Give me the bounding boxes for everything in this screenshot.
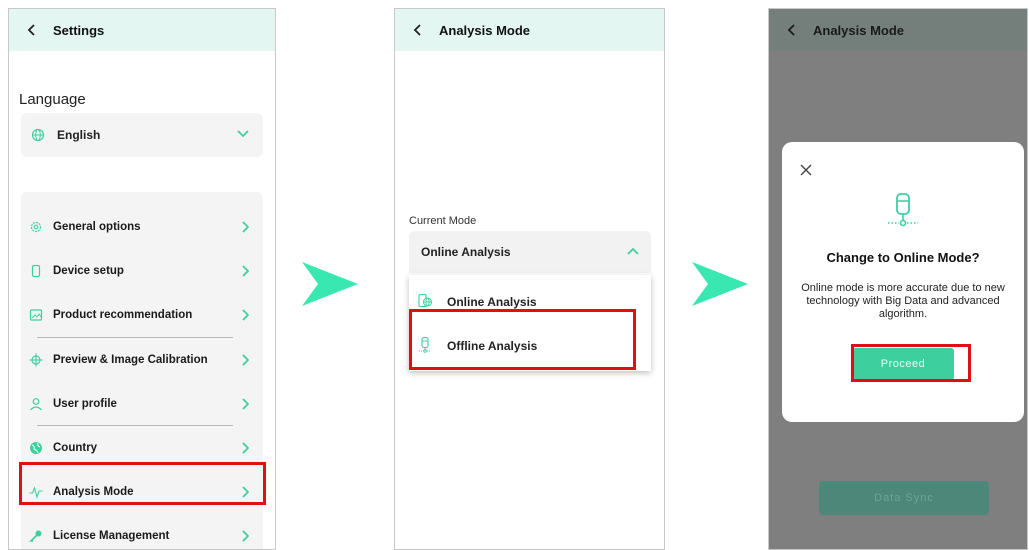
globe-icon bbox=[31, 128, 45, 142]
proceed-button[interactable]: Proceed bbox=[852, 348, 954, 380]
arrow-right-icon bbox=[302, 262, 358, 306]
menu-item-general-options[interactable]: General options bbox=[21, 212, 263, 242]
current-mode-label: Current Mode bbox=[409, 215, 477, 227]
menu-item-license-management[interactable]: License Management bbox=[21, 521, 263, 549]
chevron-right-icon bbox=[242, 486, 249, 498]
confirm-dialog: Change to Online Mode? Online mode is mo… bbox=[782, 142, 1024, 422]
pulse-icon bbox=[29, 486, 43, 499]
page-title: Analysis Mode bbox=[439, 22, 531, 38]
option-label: Offline Analysis bbox=[447, 339, 538, 353]
dialog-message: Online mode is more accurate due to new … bbox=[801, 282, 1005, 320]
mode-dropdown: Online Analysis Offline Analysis bbox=[409, 275, 651, 371]
divider bbox=[37, 425, 233, 426]
offline-device-icon bbox=[888, 193, 918, 227]
page-title: Settings bbox=[53, 22, 105, 38]
menu-item-device-setup[interactable]: Device setup bbox=[21, 256, 263, 286]
language-select[interactable]: English bbox=[21, 113, 263, 157]
settings-menu: General options Device setup Product rec… bbox=[21, 192, 263, 549]
chevron-right-icon bbox=[242, 221, 249, 233]
mode-select[interactable]: Online Analysis bbox=[409, 231, 651, 273]
menu-item-country[interactable]: Country bbox=[21, 433, 263, 463]
chevron-right-icon bbox=[242, 309, 249, 321]
analysis-mode-screen: Analysis Mode Current Mode Online Analys… bbox=[394, 8, 665, 550]
settings-header: Settings bbox=[9, 9, 275, 51]
menu-item-analysis-mode[interactable]: Analysis Mode bbox=[21, 477, 263, 507]
menu-item-label: Analysis Mode bbox=[53, 486, 134, 498]
analysis-mode-header: Analysis Mode bbox=[769, 9, 1027, 51]
gear-icon bbox=[30, 221, 42, 233]
online-analysis-icon bbox=[418, 293, 433, 308]
menu-item-product-recommendation[interactable]: Product recommendation bbox=[21, 300, 263, 330]
back-icon[interactable] bbox=[411, 23, 425, 37]
page-title: Analysis Mode bbox=[813, 22, 905, 38]
globe-icon bbox=[30, 442, 42, 454]
user-icon bbox=[30, 398, 42, 411]
option-label: Online Analysis bbox=[447, 295, 537, 309]
menu-item-label: Country bbox=[53, 442, 98, 454]
image-icon bbox=[29, 309, 43, 321]
offline-analysis-icon bbox=[419, 337, 431, 353]
language-heading: Language bbox=[19, 91, 86, 108]
chevron-right-icon bbox=[242, 442, 249, 454]
key-icon bbox=[29, 530, 42, 542]
data-sync-button[interactable]: Data Sync bbox=[819, 481, 989, 515]
chevron-right-icon bbox=[242, 530, 249, 542]
menu-item-label: License Management bbox=[53, 530, 170, 542]
language-value: English bbox=[57, 128, 101, 142]
arrow-right-icon bbox=[692, 262, 748, 306]
menu-item-label: Preview & Image Calibration bbox=[53, 354, 208, 366]
menu-item-user-profile[interactable]: User profile bbox=[21, 389, 263, 419]
close-icon[interactable] bbox=[800, 164, 812, 176]
menu-item-label: Product recommendation bbox=[53, 309, 193, 321]
back-icon[interactable] bbox=[25, 23, 39, 37]
dialog-title: Change to Online Mode? bbox=[826, 250, 980, 265]
chevron-right-icon bbox=[242, 354, 249, 366]
menu-item-label: Device setup bbox=[53, 265, 124, 277]
confirm-dialog-screen: Analysis Mode Data Sync Change to Online… bbox=[768, 8, 1028, 550]
mode-select-value: Online Analysis bbox=[421, 245, 511, 259]
analysis-mode-header: Analysis Mode bbox=[395, 9, 664, 51]
chevron-up-icon bbox=[627, 247, 639, 255]
chevron-right-icon bbox=[242, 265, 249, 277]
device-icon bbox=[31, 264, 41, 278]
chevron-down-icon bbox=[237, 130, 249, 138]
menu-item-preview-calibration[interactable]: Preview & Image Calibration bbox=[21, 345, 263, 375]
option-offline-analysis[interactable]: Offline Analysis bbox=[409, 327, 651, 363]
menu-item-label: User profile bbox=[53, 398, 117, 410]
back-icon[interactable] bbox=[785, 23, 799, 37]
option-online-analysis[interactable]: Online Analysis bbox=[409, 283, 651, 319]
divider bbox=[37, 337, 233, 338]
menu-item-label: General options bbox=[53, 221, 141, 233]
chevron-right-icon bbox=[242, 398, 249, 410]
calibration-icon bbox=[29, 353, 43, 367]
settings-screen: Settings Language English General option… bbox=[8, 8, 276, 550]
